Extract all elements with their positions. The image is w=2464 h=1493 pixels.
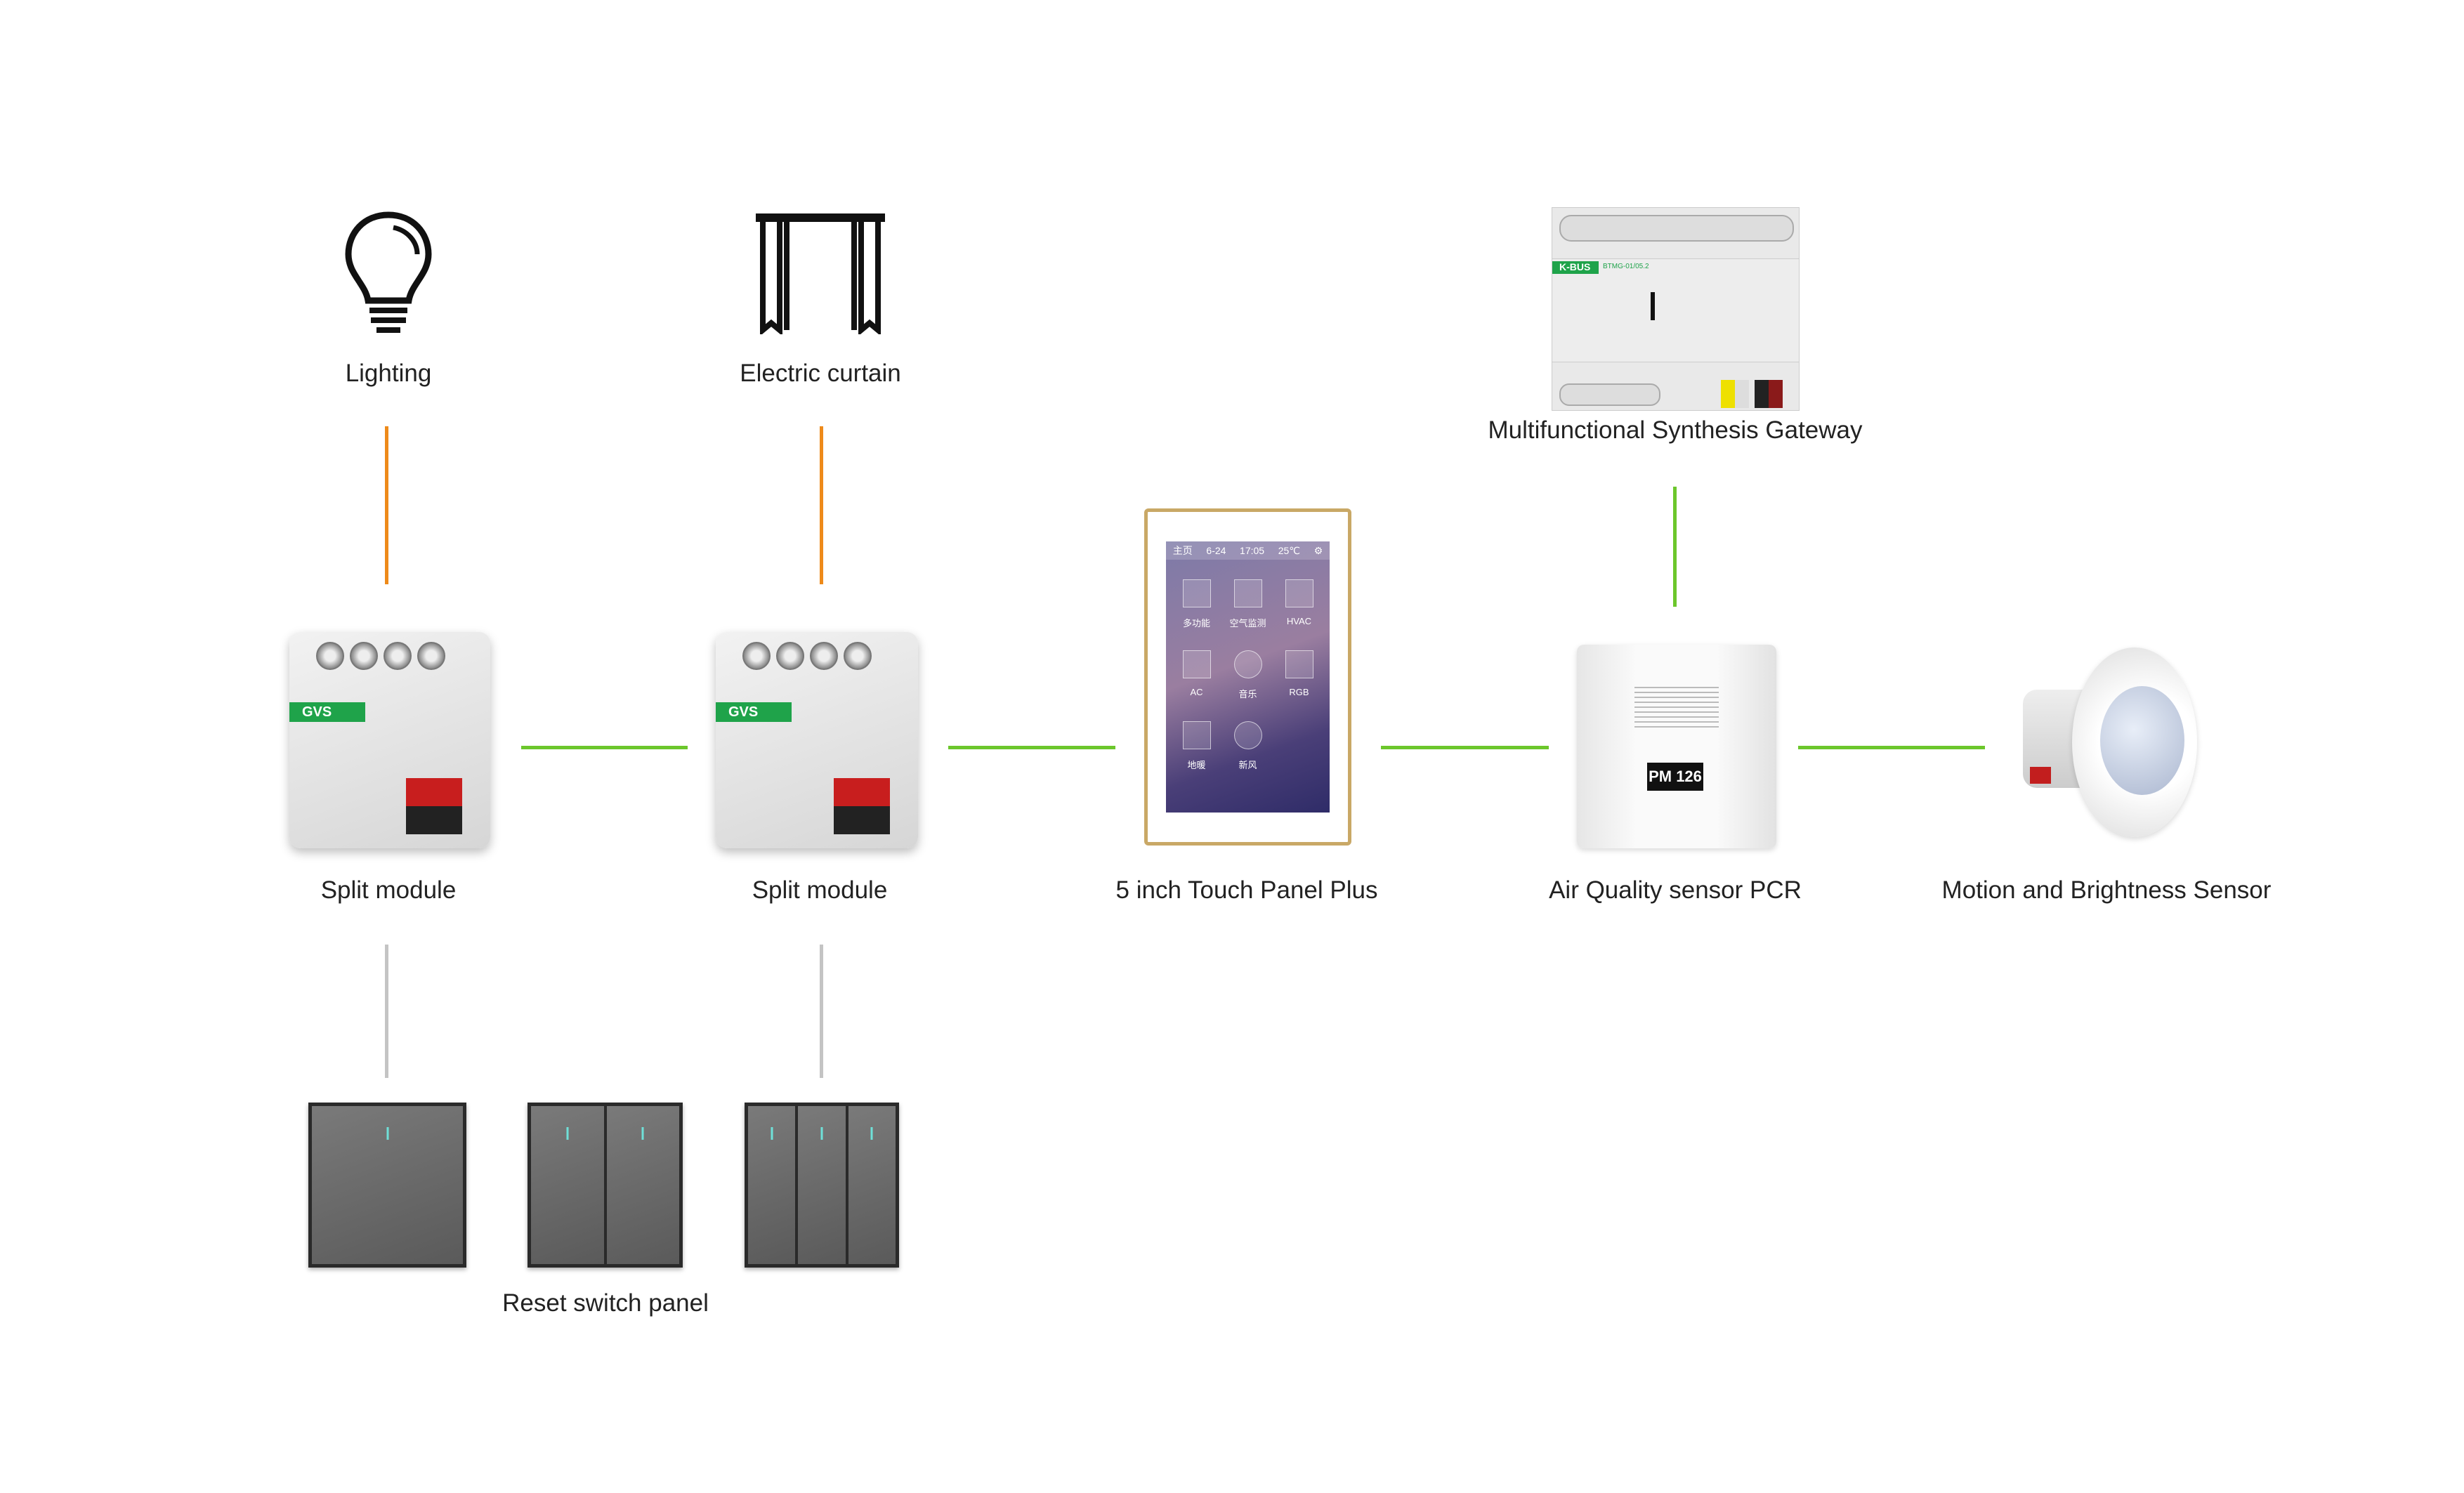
date-text: 6-24 bbox=[1206, 545, 1226, 556]
app-tile: 地暖 bbox=[1174, 721, 1219, 771]
air-quality-sensor-device: PM 126 bbox=[1577, 645, 1776, 848]
bus-line bbox=[1798, 746, 1985, 749]
temp-text: 25℃ bbox=[1278, 544, 1300, 556]
one-gang-switch bbox=[308, 1103, 466, 1268]
brand-logo: K-BUS bbox=[1552, 261, 1599, 274]
motion-sensor-label: Motion and Brightness Sensor bbox=[1941, 876, 2272, 904]
pm-display: PM 126 bbox=[1647, 763, 1703, 791]
touch-panel-screen: 主页 6-24 17:05 25℃ ⚙ 多功能 空气监测 HVAC AC 音乐 … bbox=[1166, 541, 1330, 813]
connector-line bbox=[385, 945, 388, 1078]
app-tile: AC bbox=[1174, 650, 1219, 700]
gateway-device: K-BUS BTMG-01/05.2 bbox=[1552, 207, 1800, 411]
split-module-label: Split module bbox=[752, 876, 888, 904]
curtain-label: Electric curtain bbox=[740, 360, 901, 387]
app-tile: RGB bbox=[1277, 650, 1321, 700]
bus-line bbox=[1673, 487, 1677, 607]
two-gang-switch bbox=[527, 1103, 683, 1268]
brand-logo: GVS bbox=[716, 702, 792, 722]
app-tile: 空气监测 bbox=[1226, 579, 1270, 629]
bus-line bbox=[948, 746, 1115, 749]
split-module-device: GVS bbox=[716, 632, 918, 848]
motion-sensor-device bbox=[2023, 647, 2197, 837]
app-tile: 新风 bbox=[1226, 721, 1270, 771]
connector-line bbox=[385, 426, 388, 584]
touch-panel-label: 5 inch Touch Panel Plus bbox=[1115, 876, 1378, 904]
touch-panel-device: 主页 6-24 17:05 25℃ ⚙ 多功能 空气监测 HVAC AC 音乐 … bbox=[1144, 508, 1351, 846]
app-tile: 音乐 bbox=[1226, 650, 1270, 700]
three-gang-switch bbox=[745, 1103, 899, 1268]
bus-line bbox=[521, 746, 688, 749]
gateway-label: Multifunctional Synthesis Gateway bbox=[1488, 416, 1863, 444]
home-text: 主页 bbox=[1172, 545, 1193, 556]
connector-line bbox=[820, 945, 823, 1078]
connector-line bbox=[820, 426, 823, 584]
brand-logo: GVS bbox=[289, 702, 365, 722]
gear-icon: ⚙ bbox=[1313, 544, 1323, 556]
time-text: 17:05 bbox=[1240, 545, 1265, 556]
model-text: BTMG-01/05.2 bbox=[1603, 263, 1649, 270]
bus-line bbox=[1381, 746, 1549, 749]
lighting-label: Lighting bbox=[345, 360, 432, 387]
app-tile: HVAC bbox=[1277, 579, 1321, 629]
air-sensor-label: Air Quality sensor PCR bbox=[1549, 876, 1802, 904]
switch-panel-label: Reset switch panel bbox=[502, 1289, 709, 1317]
light-bulb-icon bbox=[345, 211, 432, 333]
split-module-device: GVS bbox=[289, 632, 490, 848]
app-tile: 多功能 bbox=[1174, 579, 1219, 629]
curtain-icon bbox=[756, 213, 885, 334]
split-module-label: Split module bbox=[320, 876, 457, 904]
